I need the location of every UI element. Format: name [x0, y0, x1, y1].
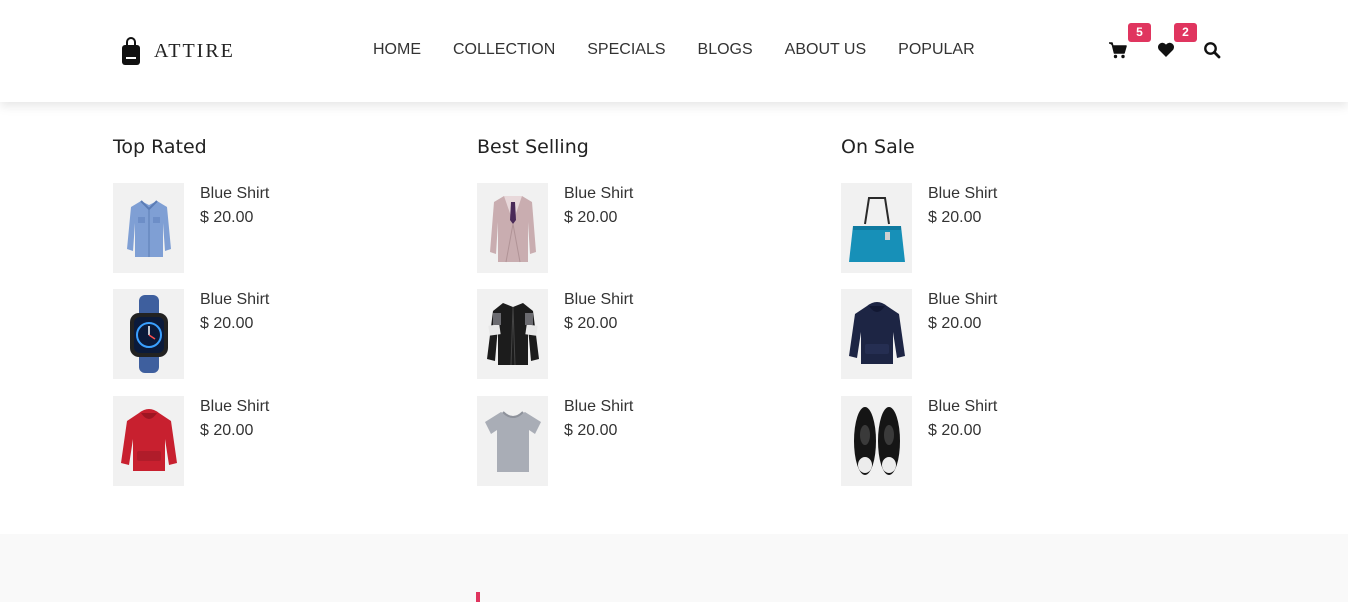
product-price: $ 20.00 [928, 422, 982, 439]
best-selling-column: Best Selling Blue Shirt $ 20.00 Blue Shi… [477, 134, 807, 486]
black-sneakers-image [853, 407, 900, 475]
site-header: ATTIRE HOME COLLECTION SPECIALS BLOGS AB… [0, 0, 1348, 102]
column-title: Best Selling [477, 136, 589, 158]
product-price: $ 20.00 [564, 315, 618, 332]
main-nav: HOME COLLECTION SPECIALS BLOGS ABOUT US … [373, 41, 1007, 59]
wishlist-button[interactable]: 2 [1156, 23, 1197, 60]
product-price: $ 20.00 [200, 422, 254, 439]
product-thumbnail[interactable] [477, 289, 548, 379]
product-name[interactable]: Blue Shirt [200, 398, 269, 416]
product-price: $ 20.00 [200, 315, 254, 332]
nav-about-us[interactable]: ABOUT US [785, 41, 867, 59]
product-price: $ 20.00 [564, 209, 618, 226]
product-name[interactable]: Blue Shirt [564, 291, 633, 309]
wishlist-count-badge: 2 [1174, 23, 1197, 42]
nav-home[interactable]: HOME [373, 41, 421, 59]
teal-handbag-image [848, 197, 905, 262]
column-title: Top Rated [113, 136, 207, 158]
product-price: $ 20.00 [564, 422, 618, 439]
nav-specials[interactable]: SPECIALS [587, 41, 665, 59]
product-thumbnail[interactable] [477, 396, 548, 486]
product-item[interactable]: Blue Shirt $ 20.00 [477, 289, 807, 379]
product-item[interactable]: Blue Shirt $ 20.00 [841, 289, 1171, 379]
product-name[interactable]: Blue Shirt [200, 185, 269, 203]
nav-popular[interactable]: POPULAR [898, 41, 974, 59]
top-rated-column: Top Rated Blue Shirt $ 20.00 Blue Shirt … [113, 134, 443, 486]
grey-tshirt-image [484, 411, 541, 472]
product-thumbnail[interactable] [477, 183, 548, 273]
cart-icon [1109, 42, 1127, 59]
product-item[interactable]: Blue Shirt $ 20.00 [477, 396, 807, 486]
product-thumbnail[interactable] [113, 396, 184, 486]
navy-hoodie-image [848, 302, 905, 364]
product-price: $ 20.00 [928, 315, 982, 332]
product-price: $ 20.00 [928, 209, 982, 226]
product-name[interactable]: Blue Shirt [564, 398, 633, 416]
cart-count-badge: 5 [1128, 23, 1151, 42]
search-icon [1204, 42, 1221, 59]
product-thumbnail[interactable] [841, 289, 912, 379]
smart-watch-image [129, 295, 168, 373]
brand-name: ATTIRE [154, 39, 235, 62]
product-name[interactable]: Blue Shirt [200, 291, 269, 309]
heart-icon [1157, 42, 1175, 57]
product-item[interactable]: Blue Shirt $ 20.00 [477, 183, 807, 273]
product-item[interactable]: Blue Shirt $ 20.00 [113, 396, 443, 486]
product-thumbnail[interactable] [841, 183, 912, 273]
brand-logo[interactable]: ATTIRE [120, 36, 235, 66]
black-jacket-image [486, 303, 539, 366]
product-thumbnail[interactable] [841, 396, 912, 486]
product-item[interactable]: Blue Shirt $ 20.00 [113, 183, 443, 273]
product-item[interactable]: Blue Shirt $ 20.00 [113, 289, 443, 379]
suit-image [489, 196, 536, 263]
cart-button[interactable]: 5 [1108, 23, 1151, 60]
section-accent-bar [476, 592, 480, 602]
product-widgets: Top Rated Blue Shirt $ 20.00 Blue Shirt … [113, 134, 1233, 494]
product-thumbnail[interactable] [113, 289, 184, 379]
product-name[interactable]: Blue Shirt [928, 185, 997, 203]
column-title: On Sale [841, 136, 915, 158]
red-hoodie-image [120, 409, 177, 471]
product-name[interactable]: Blue Shirt [564, 185, 633, 203]
product-thumbnail[interactable] [113, 183, 184, 273]
shopping-bag-icon [122, 37, 140, 65]
product-price: $ 20.00 [200, 209, 254, 226]
footer-section [0, 534, 1348, 602]
on-sale-column: On Sale Blue Shirt $ 20.00 Blue Shirt $ … [841, 134, 1171, 486]
nav-blogs[interactable]: BLOGS [698, 41, 753, 59]
search-button[interactable] [1202, 40, 1222, 60]
product-item[interactable]: Blue Shirt $ 20.00 [841, 396, 1171, 486]
nav-collection[interactable]: COLLECTION [453, 41, 555, 59]
product-name[interactable]: Blue Shirt [928, 291, 997, 309]
product-name[interactable]: Blue Shirt [928, 398, 997, 416]
product-item[interactable]: Blue Shirt $ 20.00 [841, 183, 1171, 273]
blue-shirt-image [126, 200, 171, 257]
